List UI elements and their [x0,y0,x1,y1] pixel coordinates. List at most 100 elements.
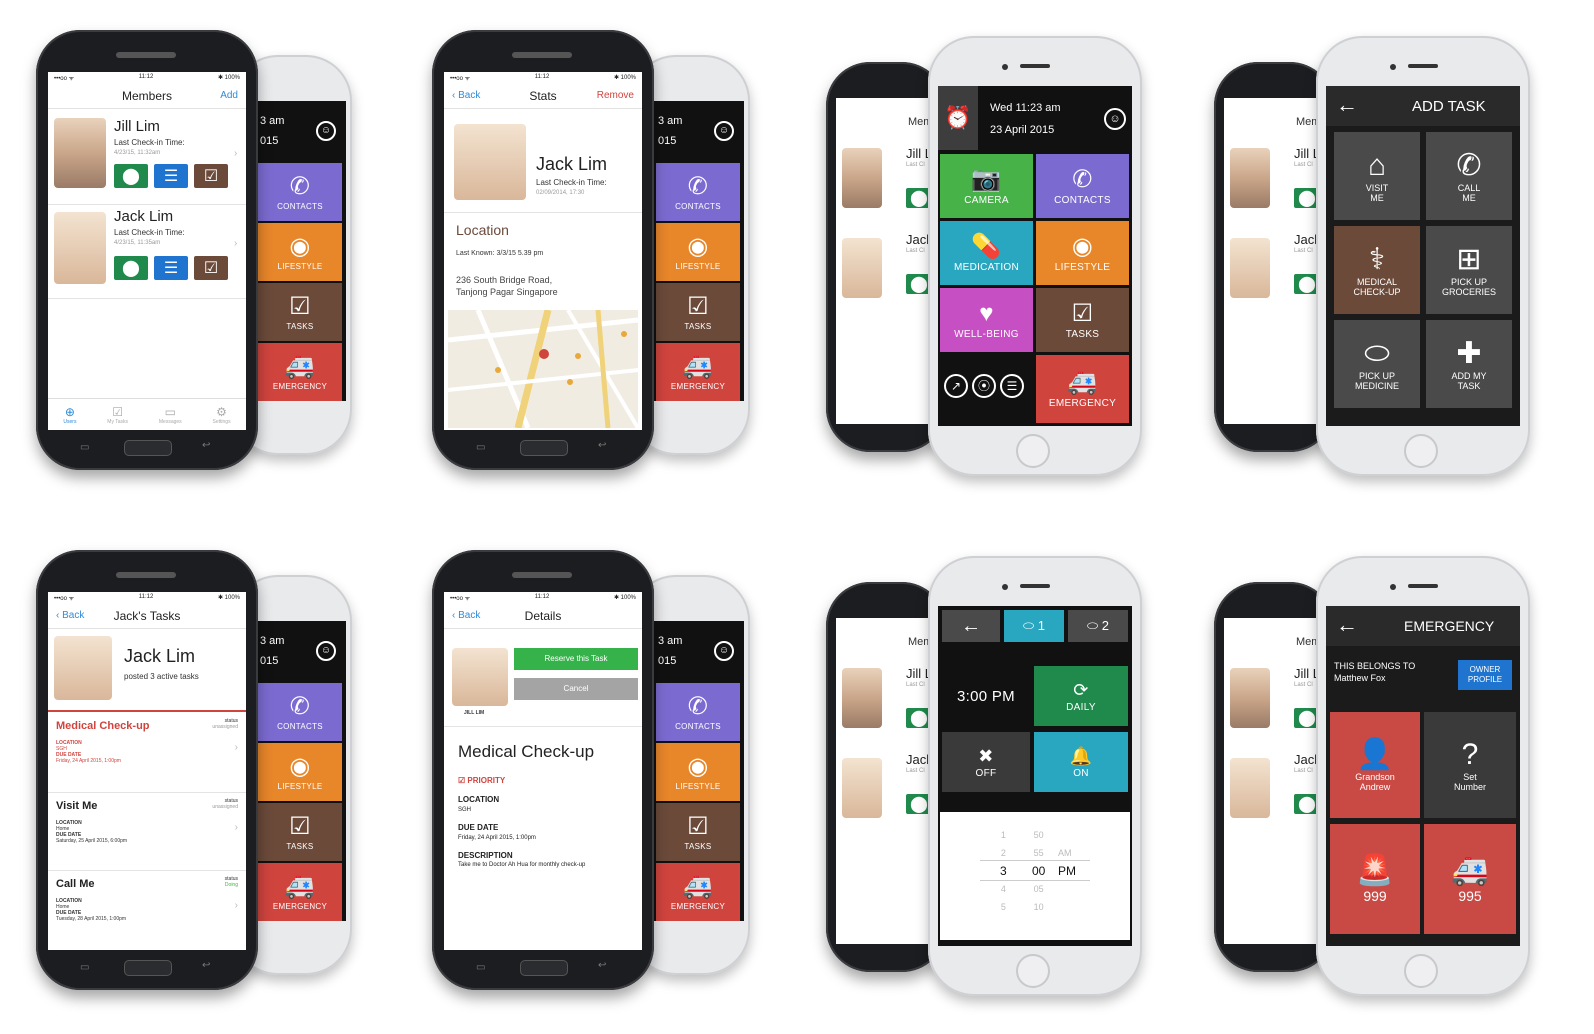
back-button[interactable]: ‹ Back [56,610,84,621]
lifestyle-tile[interactable]: ◉ LIFESTYLE [1036,221,1129,285]
home-button[interactable] [124,960,172,976]
location-pin-icon[interactable]: ⬤ [114,164,148,188]
lifestyle-tile[interactable]: ◉ LIFESTYLE [656,743,740,801]
tasks-tile[interactable]: ☑ TASKS [656,283,740,341]
mockup-gallery: 3 am 015 ☺ ✆ CONTACTS ◉ LIFESTYLE ☑ TASKS 🚑… [0,0,1594,1034]
users-icon: ⊕ [64,404,75,419]
ampm-wheel[interactable]: AM PM [1058,844,1076,880]
task-row[interactable]: Visit Me status unassigned LOCATION Home D… [48,794,246,870]
message-icon[interactable]: ☰ [154,164,188,188]
reserve-task-button[interactable]: Reserve this Task [514,648,638,670]
back-button[interactable]: ‹ Back [452,90,480,101]
contacts-tile[interactable]: ✆ CONTACTS [258,683,342,741]
recent-apps-icon[interactable]: ▭ [476,962,485,973]
task-row[interactable]: Call Me status Doing LOCATION Home DUE DAT… [48,872,246,948]
contacts-tile[interactable]: ✆ CONTACTS [656,163,740,221]
member-row[interactable]: Jack Lim Last Check-in Time: 4/23/15, 11… [48,206,246,296]
map[interactable] [448,310,638,428]
task-row[interactable]: Medical Check-up status unassigned LOCATI… [48,714,246,792]
contacts-circle-icon[interactable]: ☺ [316,641,336,661]
remove-button[interactable]: Remove [597,90,634,101]
contacts-circle-icon[interactable]: ☺ [1104,108,1126,130]
tab-users[interactable]: ⊕ Users [63,405,76,425]
emergency-tile[interactable]: 🚑 EMERGENCY [656,343,740,401]
call-995-tile[interactable]: 🚑 995 [1424,824,1516,934]
tasks-tile[interactable]: ☑ TASKS [258,283,342,341]
pick-up-groceries-tile[interactable]: ⊞ PICK UP GROCERIES [1426,226,1512,314]
location-pin-icon[interactable]: ⦿ [972,374,996,398]
owner-profile-button[interactable]: OWNER PROFILE [1458,660,1512,690]
medication-2-tab[interactable]: ⬭ 2 [1068,610,1128,642]
task-title: Call Me [56,878,95,890]
minute-wheel[interactable]: 50 55 00 05 10 [1032,826,1045,916]
back-button[interactable]: ‹ Back [452,610,480,621]
recent-apps-icon[interactable]: ▭ [80,962,89,973]
home-button[interactable] [1404,434,1438,468]
contacts-tile[interactable]: ✆ CONTACTS [258,163,342,221]
phone-icon: ✆ [1456,149,1482,182]
medication-1-tab[interactable]: ⬭ 1 [1004,610,1064,642]
daily-toggle[interactable]: ⟳ DAILY [1034,666,1128,726]
arrow-left-icon[interactable]: ← [1336,92,1358,118]
emergency-tile[interactable]: 🚑 EMERGENCY [656,863,740,921]
tasks-tile[interactable]: ☑ TASKS [1036,288,1129,352]
task-check-icon[interactable]: ☑ [194,256,228,280]
task-check-icon[interactable]: ☑ [194,164,228,188]
home-button[interactable] [520,960,568,976]
medication-tile[interactable]: 💊 MEDICATION [940,221,1033,285]
call-me-tile[interactable]: ✆ CALL ME [1426,132,1512,220]
home-button[interactable] [1404,954,1438,988]
back-key-icon[interactable]: ↩ [598,440,606,451]
back-key-icon[interactable]: ↩ [598,960,606,971]
pick-up-medicine-tile[interactable]: ⬭ PICK UP MEDICINE [1334,320,1420,408]
call-grandson-andrew-tile[interactable]: 👤 Grandson Andrew [1330,712,1420,818]
medical-check-up-tile[interactable]: ⚕ MEDICAL CHECK-UP [1334,226,1420,314]
lifestyle-tile[interactable]: ◉ LIFESTYLE [258,223,342,281]
set-number-tile[interactable]: ? Set Number [1424,712,1516,818]
lifestyle-tile[interactable]: ◉ LIFESTYLE [656,223,740,281]
recent-apps-icon[interactable]: ▭ [476,442,485,453]
page-title: Details [524,608,562,623]
list-icon[interactable]: ☰ [1000,374,1024,398]
tasks-tile[interactable]: ☑ TASKS [258,803,342,861]
on-button[interactable]: 🔔 ON [1034,732,1128,792]
back-key-icon[interactable]: ↩ [202,440,210,451]
emergency-tile[interactable]: 🚑 EMERGENCY [258,863,342,921]
home-button[interactable] [1016,434,1050,468]
arrow-left-icon[interactable]: ← [1336,612,1358,638]
tasks-tile[interactable]: ☑ TASKS [656,803,740,861]
off-button[interactable]: ✖ OFF [942,732,1030,792]
tab-settings[interactable]: ⚙ Settings [213,405,231,425]
member-row[interactable]: Jill Lim Last Check-in Time: 4/23/15, 11… [48,112,246,202]
contacts-tile[interactable]: ✆ CONTACTS [656,683,740,741]
camera-tile[interactable]: 📷 CAMERA [940,154,1033,218]
arrow-icon[interactable]: ↗ [944,374,968,398]
add-button[interactable]: Add [220,90,238,101]
recent-apps-icon[interactable]: ▭ [80,442,89,453]
location-pin-icon[interactable]: ⬤ [114,256,148,280]
call-999-tile[interactable]: 🚨 999 [1330,824,1420,934]
home-button[interactable] [124,440,172,456]
lifestyle-tile[interactable]: ◉ LIFESTYLE [258,743,342,801]
back-key-icon[interactable]: ↩ [202,960,210,971]
tab-messages[interactable]: ▭ Messages [159,405,182,425]
ambulance-icon: 🚑 [682,352,714,380]
cancel-button[interactable]: Cancel [514,678,638,700]
contacts-circle-icon[interactable]: ☺ [316,121,336,141]
home-button[interactable] [520,440,568,456]
home-button[interactable] [1016,954,1050,988]
message-icon[interactable]: ☰ [154,256,188,280]
emergency-tile[interactable]: 🚑 EMERGENCY [258,343,342,401]
alarm-clock-icon[interactable]: ⏰ [938,86,978,150]
tab-my-tasks[interactable]: ☑ My Tasks [107,405,128,425]
hour-wheel[interactable]: 12 3 45 [1000,826,1007,916]
arrow-left-icon[interactable]: ← [942,610,1000,642]
contacts-circle-icon[interactable]: ☺ [714,121,734,141]
add-my-task-tile[interactable]: ✚ ADD MY TASK [1426,320,1512,408]
visit-me-tile[interactable]: ⌂ VISIT ME [1334,132,1420,220]
well-being-tile[interactable]: ♥ WELL-BEING [940,288,1033,352]
emergency-tile[interactable]: 🚑 EMERGENCY [1036,355,1129,423]
time-picker[interactable]: 12 3 45 50 55 00 05 10 AM PM [940,812,1130,940]
contacts-circle-icon[interactable]: ☺ [714,641,734,661]
contacts-tile[interactable]: ✆ CONTACTS [1036,154,1129,218]
